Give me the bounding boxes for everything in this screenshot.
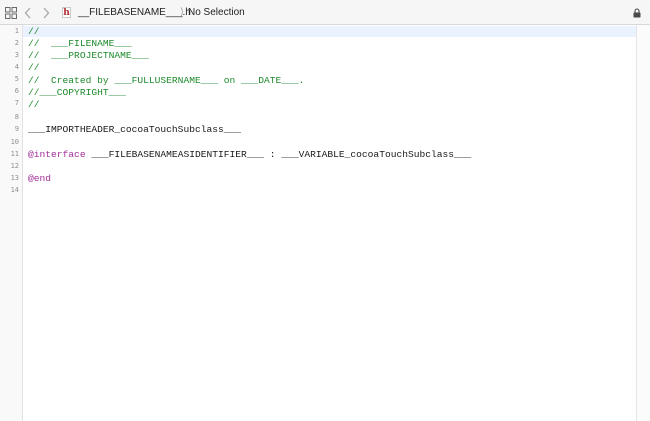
source-editor[interactable]: 1 2 3 4 5 6 7 8 9 10 11 12 13 14 // // _… [0,25,650,421]
code-line-9[interactable]: ___IMPORTHEADER_cocoaTouchSubclass___ [28,124,241,135]
line-number: 5 [14,75,19,83]
line-number: 1 [14,27,19,35]
line-number: 3 [14,51,19,59]
line-number: 12 [10,162,19,170]
line-number: 14 [10,186,19,194]
code-line-7[interactable]: // [28,99,40,110]
code-line-2[interactable]: // ___FILENAME___ [28,38,132,49]
code-line-5[interactable]: // Created by ___FULLUSERNAME___ on ___D… [28,75,304,86]
line-number: 11 [10,150,19,158]
line-number: 10 [10,138,19,146]
breadcrumb-file-name[interactable]: __FILEBASENAME___.h [78,0,191,25]
interface-declaration: ___FILEBASENAMEASIDENTIFIER___ : ___VARI… [85,149,472,160]
related-items-grid-icon[interactable] [5,0,17,25]
breadcrumb-selection[interactable]: No Selection [188,0,245,25]
header-file-h-icon: h [62,0,73,25]
code-line-11[interactable]: @interface ___FILEBASENAMEASIDENTIFIER__… [28,149,471,160]
current-line-highlight [23,26,636,37]
line-number: 2 [14,39,19,47]
lock-icon[interactable] [633,0,641,25]
line-number: 13 [10,174,19,182]
line-number: 4 [14,63,19,71]
chevron-left-icon[interactable] [24,0,36,25]
code-line-3[interactable]: // ___PROJECTNAME___ [28,50,149,61]
interface-keyword: @interface [28,149,86,160]
chevron-right-icon[interactable] [42,0,54,25]
vertical-scrollbar[interactable] [636,25,650,421]
line-number-gutter: 1 2 3 4 5 6 7 8 9 10 11 12 13 14 [0,25,23,421]
breadcrumb-separator: ⟩ [180,7,184,18]
code-line-1[interactable]: // [28,26,40,37]
line-number: 8 [14,113,19,121]
line-number: 9 [14,125,19,133]
jump-bar: h __FILEBASENAME___.h ⟩ No Selection [0,0,650,25]
code-line-13[interactable]: @end [28,173,51,184]
code-line-6[interactable]: //___COPYRIGHT___ [28,87,126,98]
line-number: 7 [14,99,19,107]
file-type-letter: h [62,7,71,18]
code-line-4[interactable]: // [28,62,40,73]
line-number: 6 [14,87,19,95]
